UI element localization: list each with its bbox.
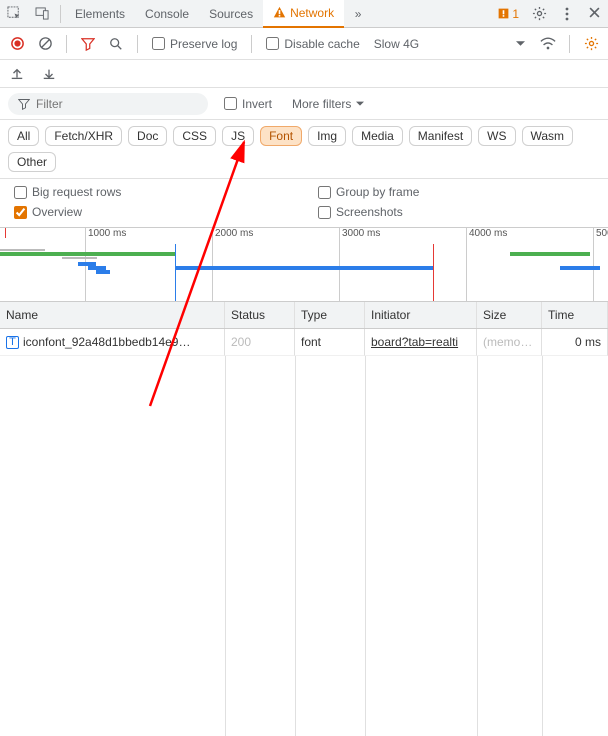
ruler-5000: 500 [596,228,608,239]
funnel-icon [18,98,30,110]
settings-icon[interactable] [525,0,553,28]
chip-font[interactable]: Font [260,126,302,146]
tabs-overflow-icon[interactable]: » [344,0,372,28]
tab-sources[interactable]: Sources [199,0,263,28]
col-initiator[interactable]: Initiator [365,302,477,328]
cell-type: font [295,329,365,356]
import-icon[interactable] [38,63,60,85]
filter-input[interactable] [36,97,198,111]
font-file-icon: T [6,336,19,349]
chip-css[interactable]: CSS [173,126,216,146]
export-icon[interactable] [6,63,28,85]
type-filter-chips: All Fetch/XHR Doc CSS JS Font Img Media … [0,120,608,179]
clear-icon[interactable] [34,33,56,55]
tab-elements[interactable]: Elements [65,0,135,28]
inspect-icon[interactable] [0,0,28,28]
group-frame-checkbox[interactable]: Group by frame [314,185,598,199]
chip-js[interactable]: JS [222,126,254,146]
filter-toggle-icon[interactable] [77,33,99,55]
caret-down-icon [356,101,364,107]
cell-time: 0 ms [542,329,608,356]
col-type[interactable]: Type [295,302,365,328]
filter-input-pill[interactable] [8,93,208,115]
chip-fetchxhr[interactable]: Fetch/XHR [45,126,122,146]
requests-table: Name Status Type Initiator Size Time T i… [0,302,608,736]
table-header: Name Status Type Initiator Size Time [0,302,608,329]
screenshots-checkbox[interactable]: Screenshots [314,205,598,219]
options-grid: Big request rows Group by frame Overview… [0,179,608,228]
tab-console[interactable]: Console [135,0,199,28]
chip-other[interactable]: Other [8,152,56,172]
cell-status: 200 [225,329,295,356]
cell-size: (memo… [477,329,542,356]
disable-cache-checkbox[interactable]: Disable cache [262,37,363,51]
big-rows-checkbox[interactable]: Big request rows [10,185,294,199]
more-filters[interactable]: More filters [288,97,368,111]
col-size[interactable]: Size [477,302,542,328]
throttle-select[interactable]: Slow 4G [370,37,423,51]
separator [60,5,61,23]
filter-bar: Invert More filters [0,88,608,120]
issue-icon [497,7,510,20]
overview-checkbox[interactable]: Overview [10,205,294,219]
close-icon[interactable] [581,7,608,21]
device-toggle-icon[interactable] [28,0,56,28]
search-icon[interactable] [105,33,127,55]
chip-media[interactable]: Media [352,126,403,146]
cell-initiator[interactable]: board?tab=realti [365,329,477,356]
network-toolbar: Preserve log Disable cache Slow 4G [0,28,608,60]
col-name[interactable]: Name [0,302,225,328]
invert-checkbox[interactable]: Invert [220,97,276,111]
io-row [0,60,608,88]
chip-img[interactable]: Img [308,126,346,146]
ruler-4000: 4000 ms [469,228,507,239]
ruler-1000: 1000 ms [88,228,126,239]
throttle-caret-icon[interactable] [509,33,531,55]
panel-settings-icon[interactable] [580,33,602,55]
warning-icon [273,6,286,19]
chip-manifest[interactable]: Manifest [409,126,472,146]
chip-wasm[interactable]: Wasm [522,126,574,146]
col-status[interactable]: Status [225,302,295,328]
tab-network[interactable]: Network [263,0,344,28]
cell-name: T iconfont_92a48d1bbedb14e9… [0,329,225,356]
overview-timeline[interactable]: 1000 ms 2000 ms 3000 ms 4000 ms 500 [0,228,608,302]
table-row[interactable]: T iconfont_92a48d1bbedb14e9… 200 font bo… [0,329,608,356]
network-conditions-icon[interactable] [537,33,559,55]
record-icon[interactable] [6,33,28,55]
preserve-log-checkbox[interactable]: Preserve log [148,37,241,51]
devtools-tabbar: Elements Console Sources Network » 1 [0,0,608,28]
col-time[interactable]: Time [542,302,608,328]
ruler-2000: 2000 ms [215,228,253,239]
chip-doc[interactable]: Doc [128,126,167,146]
chip-all[interactable]: All [8,126,39,146]
kebab-icon[interactable] [553,0,581,28]
ruler-3000: 3000 ms [342,228,380,239]
chip-ws[interactable]: WS [478,126,515,146]
issues-badge[interactable]: 1 [491,7,525,21]
